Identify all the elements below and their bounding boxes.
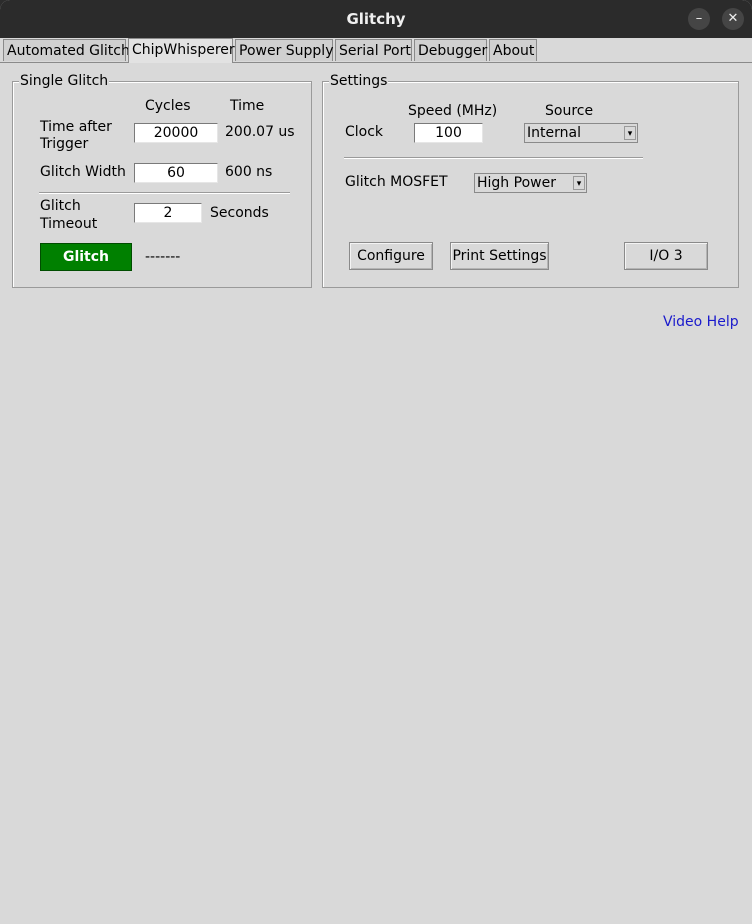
io-button[interactable]: I/O 3 (624, 242, 708, 270)
window-title: Glitchy (346, 10, 406, 28)
settings-group: Settings Speed (MHz) Source Clock 100 In… (322, 73, 739, 288)
minimize-button[interactable]: – (688, 8, 710, 30)
glitch-width-label: Glitch Width (40, 164, 126, 180)
clock-speed-input[interactable]: 100 (414, 123, 483, 143)
clock-source-select[interactable]: Internal ▾ (524, 123, 638, 143)
time-after-trigger-label-line1: Time after (40, 119, 112, 135)
time-after-trigger-time: 200.07 us (225, 124, 295, 140)
single-glitch-separator (39, 192, 290, 194)
tab-power-supply[interactable]: Power Supply (235, 39, 334, 61)
speed-header: Speed (MHz) (408, 103, 498, 119)
single-glitch-legend: Single Glitch (19, 73, 110, 89)
glitch-button[interactable]: Glitch (40, 243, 132, 271)
tab-debugger[interactable]: Debugger (414, 39, 487, 61)
print-settings-button[interactable]: Print Settings (450, 242, 549, 270)
glitch-timeout-label-line2: Timeout (40, 216, 98, 232)
chevron-down-icon: ▾ (624, 126, 636, 140)
configure-button[interactable]: Configure (349, 242, 433, 270)
glitch-mosfet-value: High Power (477, 175, 556, 191)
tab-bar: Automated Glitch ChipWhisperer Power Sup… (0, 38, 752, 63)
tab-about[interactable]: About (489, 39, 537, 61)
glitch-mosfet-label: Glitch MOSFET (345, 174, 448, 190)
video-help-link[interactable]: Video Help (663, 314, 739, 330)
clock-label: Clock (345, 124, 384, 140)
cycles-header: Cycles (145, 98, 191, 114)
chevron-down-icon: ▾ (573, 176, 585, 190)
tab-serial-port[interactable]: Serial Port (335, 39, 412, 61)
app-window: Glitchy – ✕ Automated Glitch ChipWhisper… (0, 0, 752, 924)
source-header: Source (545, 103, 594, 119)
glitch-width-time: 600 ns (225, 164, 273, 180)
time-header: Time (230, 98, 265, 114)
tab-chipwhisperer[interactable]: ChipWhisperer (128, 38, 235, 63)
settings-legend: Settings (329, 73, 389, 89)
clock-source-value: Internal (527, 125, 581, 141)
time-after-trigger-label-line2: Trigger (40, 136, 89, 152)
glitch-width-input[interactable]: 60 (134, 163, 218, 183)
glitch-timeout-unit: Seconds (210, 205, 269, 221)
tab-automated-glitch[interactable]: Automated Glitch (3, 39, 130, 61)
time-after-trigger-input[interactable]: 20000 (134, 123, 218, 143)
title-bar: Glitchy – ✕ (0, 0, 752, 38)
glitch-timeout-input[interactable]: 2 (134, 203, 202, 223)
glitch-status: ------- (145, 249, 181, 265)
close-button[interactable]: ✕ (722, 8, 744, 30)
glitch-mosfet-select[interactable]: High Power ▾ (474, 173, 587, 193)
single-glitch-group: Single Glitch Cycles Time Time after Tri… (12, 73, 312, 288)
glitch-timeout-label-line1: Glitch (40, 198, 81, 214)
settings-separator (344, 157, 643, 159)
